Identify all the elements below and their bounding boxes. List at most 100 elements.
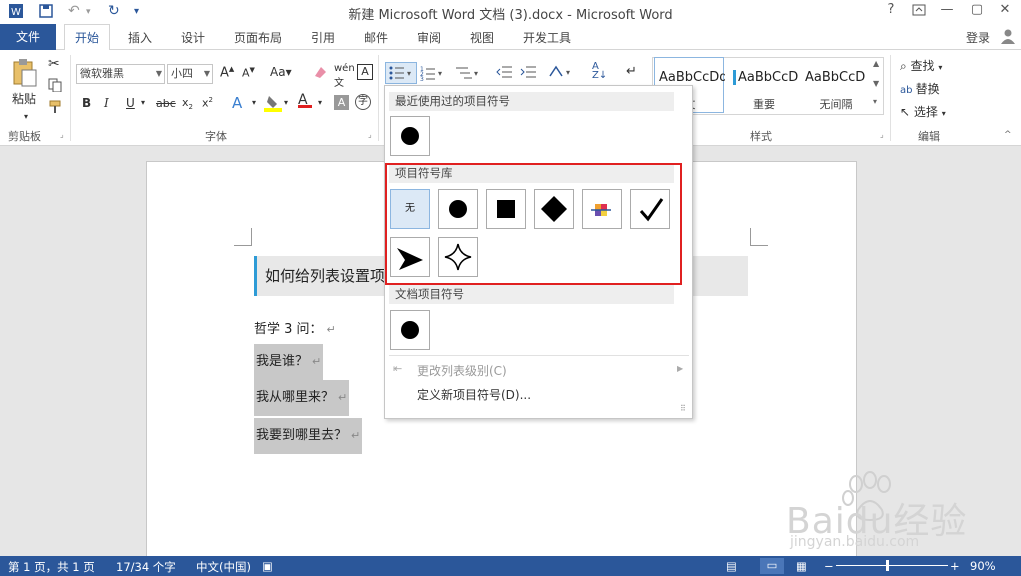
paste-label[interactable]: 粘贴 — [12, 90, 36, 107]
zoom-in-icon[interactable]: + — [950, 559, 960, 573]
styles-more-icon[interactable]: ▾ — [873, 97, 877, 106]
bullets-button[interactable]: ▾ — [385, 62, 417, 84]
svg-text:▾: ▾ — [566, 68, 570, 77]
underline-dropdown-icon[interactable]: ▾ — [141, 98, 145, 107]
enclose-characters-icon[interactable]: 字 — [355, 94, 371, 110]
bullets-icon: ▾ — [389, 66, 411, 80]
copy-icon[interactable] — [48, 78, 62, 95]
font-size-value: 小四 — [171, 67, 193, 80]
character-border-icon[interactable]: A — [357, 64, 373, 80]
decrease-indent-icon[interactable] — [496, 64, 514, 83]
tab-design[interactable]: 设计 — [181, 29, 205, 46]
superscript-icon[interactable]: x2 — [202, 96, 213, 110]
paste-button[interactable] — [8, 58, 40, 91]
resize-grip-icon[interactable]: ⠿ — [680, 404, 686, 413]
selected-paragraph[interactable]: 我从哪里来？ ↵ — [254, 380, 350, 416]
minimize-button[interactable]: — — [932, 2, 962, 17]
italic-icon[interactable]: I — [104, 96, 109, 110]
format-painter-icon[interactable] — [48, 100, 62, 117]
highlight-dropdown-icon[interactable]: ▾ — [284, 98, 288, 107]
status-bar: 第 1 页，共 1 页 17/34 个字 中文(中国) ▣ ▤ ▭ ▦ − + … — [0, 556, 1021, 576]
subscript-icon[interactable]: x2 — [182, 96, 193, 111]
font-name-combo[interactable]: 微软雅黑 ▼ — [76, 64, 165, 84]
shrink-font-icon[interactable]: A▼ — [242, 66, 255, 80]
recent-bullet-circle[interactable] — [390, 116, 430, 156]
selected-paragraph[interactable]: 我是谁？ ↵ — [254, 344, 324, 380]
font-size-combo[interactable]: 小四 ▼ — [167, 64, 213, 84]
language[interactable]: 中文(中国) — [196, 559, 251, 575]
find-button[interactable]: ⌕ 查找 ▾ — [900, 57, 942, 74]
phonetic-guide-icon[interactable]: wén 文 — [334, 63, 355, 89]
multilevel-list-icon[interactable]: ▾ — [454, 64, 482, 85]
zoom-slider-thumb[interactable] — [886, 560, 889, 571]
close-button[interactable]: ✕ — [990, 2, 1020, 17]
selected-paragraph[interactable]: 我要到哪里去？ ↵ — [254, 418, 363, 454]
tab-mailings[interactable]: 邮件 — [364, 29, 388, 46]
style-sample: AaBbCcDd — [659, 70, 725, 85]
strikethrough-icon[interactable]: abc — [156, 97, 176, 110]
zoom-level[interactable]: 90% — [970, 559, 996, 573]
read-mode-icon[interactable]: ▤ — [726, 559, 737, 573]
tab-view[interactable]: 视图 — [470, 29, 494, 46]
tab-references[interactable]: 引用 — [311, 29, 335, 46]
text-effects-icon[interactable]: A — [232, 94, 242, 112]
print-layout-icon[interactable]: ▭ — [760, 558, 784, 574]
chevron-down-icon[interactable]: ▼ — [156, 65, 162, 83]
underline-icon[interactable]: U — [126, 96, 135, 110]
sort-icon[interactable]: A Z↓ — [592, 62, 607, 81]
web-layout-icon[interactable]: ▦ — [796, 559, 807, 573]
user-avatar-icon[interactable] — [1000, 28, 1016, 47]
style-no-spacing[interactable]: AaBbCcD 无间隔 — [800, 57, 870, 113]
chinese-layout-icon[interactable]: ▾ — [548, 64, 576, 83]
define-new-bullet-item[interactable]: 定义新项目符号(D)... — [417, 386, 531, 403]
text-effects-dropdown-icon[interactable]: ▾ — [252, 98, 256, 107]
select-button[interactable]: ↖ 选择 ▾ — [900, 103, 946, 120]
change-case-icon[interactable]: Aa▾ — [270, 65, 292, 79]
bold-icon[interactable]: B — [82, 96, 91, 110]
help-button[interactable]: ? — [876, 2, 906, 17]
find-label: 查找 — [910, 59, 935, 73]
page-count[interactable]: 第 1 页，共 1 页 — [8, 559, 95, 575]
paragraph-mark-icon: ↵ — [326, 323, 336, 336]
dialog-launcher-icon[interactable]: ⌟ — [60, 130, 64, 139]
restore-button[interactable]: ▢ — [962, 2, 992, 17]
character-shading-icon[interactable]: A — [334, 95, 349, 110]
chevron-down-icon[interactable]: ▼ — [204, 65, 210, 83]
styles-scroll-up-icon[interactable]: ▲ — [873, 59, 879, 68]
dialog-launcher-icon[interactable]: ⌟ — [880, 130, 884, 139]
crop-mark — [234, 228, 252, 246]
zoom-slider[interactable] — [836, 565, 948, 566]
recent-bullets-header: 最近使用过的项目符号 — [389, 92, 674, 111]
clear-formatting-icon[interactable] — [312, 64, 328, 83]
collapse-ribbon-icon[interactable]: ^ — [1004, 130, 1012, 140]
document-bullet-circle[interactable] — [390, 310, 430, 350]
tab-home[interactable]: 开始 — [64, 24, 110, 51]
show-marks-icon[interactable]: ↵ — [626, 64, 637, 79]
styles-scroll-down-icon[interactable]: ▼ — [873, 79, 879, 88]
tab-file[interactable]: 文件 — [0, 24, 56, 50]
style-important[interactable]: AaBbCcD 重要 — [728, 57, 798, 113]
highlight-color-icon[interactable] — [264, 94, 282, 115]
word-count[interactable]: 17/34 个字 — [116, 559, 176, 575]
dialog-launcher-icon[interactable]: ⌟ — [368, 130, 372, 139]
ribbon-display-options-icon[interactable] — [904, 2, 934, 20]
tab-insert[interactable]: 插入 — [128, 29, 152, 46]
cut-icon[interactable]: ✂ — [48, 56, 60, 72]
tab-review[interactable]: 审阅 — [417, 29, 441, 46]
font-color-dropdown-icon[interactable]: ▾ — [318, 98, 322, 107]
font-color-icon[interactable]: A — [298, 92, 312, 108]
replace-button[interactable]: ab 替换 — [900, 80, 940, 97]
increase-indent-icon[interactable] — [520, 64, 538, 83]
paste-dropdown-icon[interactable]: ▾ — [24, 112, 28, 121]
font-group-label: 字体 — [205, 130, 227, 143]
numbering-icon[interactable]: 1 2 3 ▾ — [420, 64, 446, 85]
tab-developer[interactable]: 开发工具 — [523, 29, 571, 46]
grow-font-icon[interactable]: A▲ — [220, 65, 234, 80]
paste-icon — [13, 59, 37, 87]
tab-layout[interactable]: 页面布局 — [234, 29, 282, 46]
login-link[interactable]: 登录 — [966, 29, 990, 46]
macro-record-icon[interactable]: ▣ — [262, 559, 273, 573]
document-paragraph[interactable]: 哲学 3 问： ↵ — [254, 318, 336, 337]
filled-circle-bullet-icon — [401, 127, 419, 145]
zoom-out-icon[interactable]: − — [824, 559, 834, 573]
